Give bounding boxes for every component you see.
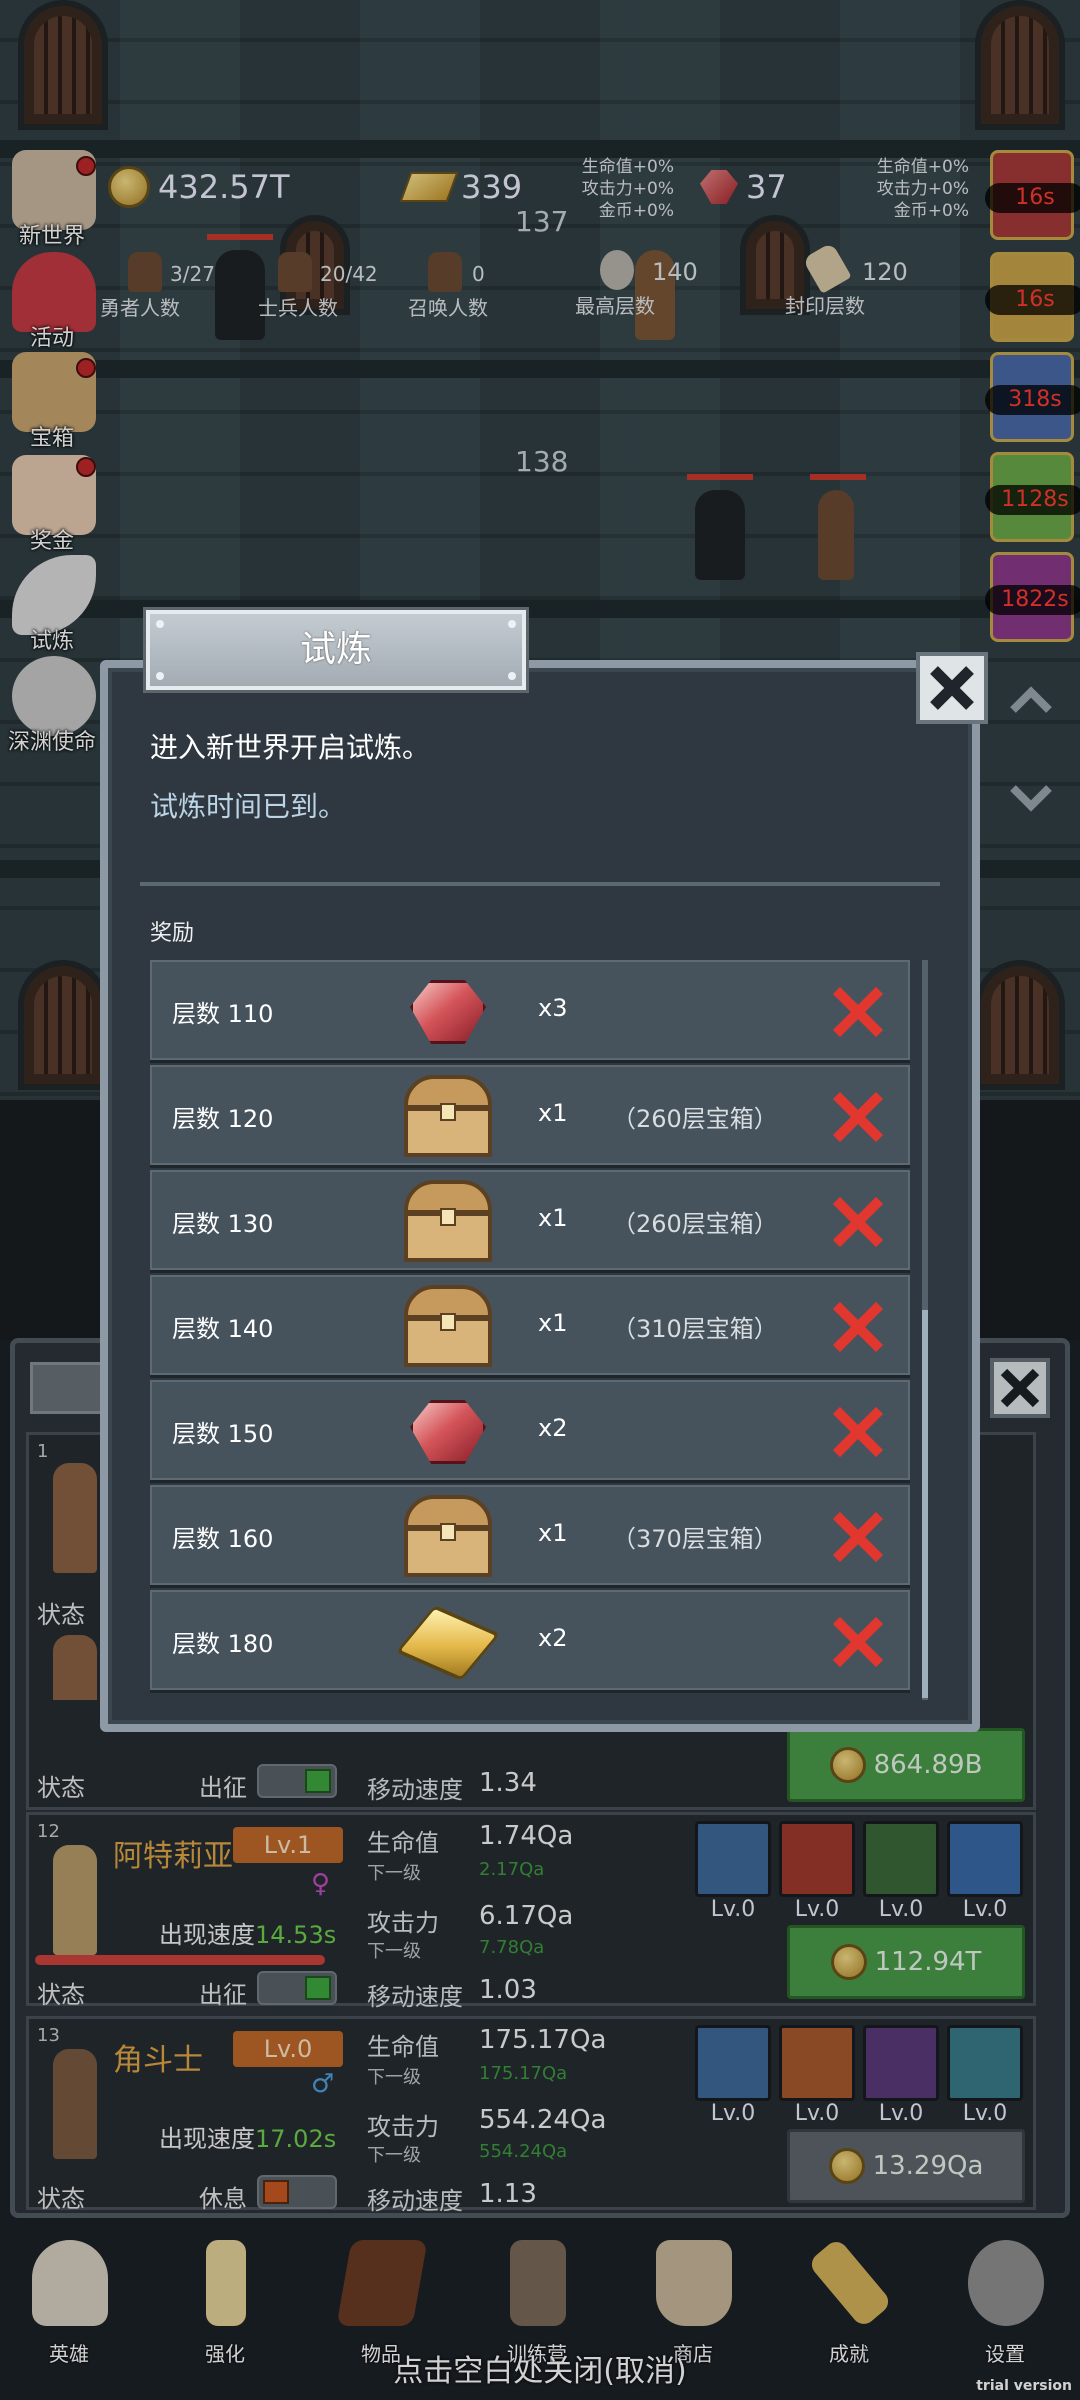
reward-quantity: x1 <box>538 1204 568 1232</box>
reward-floor-label: 层数 140 <box>172 1315 274 1343</box>
reward-row: 层数 130 x1 （260层宝箱） <box>150 1170 910 1270</box>
treasure-chest-icon <box>400 1075 496 1159</box>
treasure-chest-icon <box>400 1495 496 1579</box>
reward-quantity: x1 <box>538 1309 568 1337</box>
red-gem-icon <box>400 1390 496 1474</box>
unclaimed-x-icon <box>832 1301 884 1353</box>
reward-floor-label: 层数 160 <box>172 1525 274 1553</box>
unclaimed-x-icon <box>832 1091 884 1143</box>
reward-note: （310层宝箱） <box>612 1315 778 1343</box>
dialog-message: 进入新世界开启试炼。 <box>150 731 431 764</box>
reward-floor-label: 层数 110 <box>172 1000 274 1028</box>
reward-floor-label: 层数 120 <box>172 1105 274 1133</box>
treasure-chest-icon <box>400 1180 496 1264</box>
reward-quantity: x1 <box>538 1099 568 1127</box>
dialog-title-text: 试炼 <box>299 629 372 670</box>
reward-scrollbar-thumb[interactable] <box>922 1310 928 1698</box>
unclaimed-x-icon <box>832 1406 884 1458</box>
reward-floor-label: 层数 180 <box>172 1630 274 1658</box>
reward-row: 层数 120 x1 （260层宝箱） <box>150 1065 910 1165</box>
dialog-status: 试炼时间已到。 <box>150 790 347 823</box>
unclaimed-x-icon <box>832 986 884 1038</box>
reward-row: 层数 140 x1 （310层宝箱） <box>150 1275 910 1375</box>
dialog-close-button[interactable] <box>916 652 988 724</box>
reward-row: 层数 110 x3 <box>150 960 910 1060</box>
reward-row: 层数 180 x2 <box>150 1590 910 1690</box>
unclaimed-x-icon <box>832 1616 884 1668</box>
treasure-chest-icon <box>400 1285 496 1369</box>
reward-quantity: x3 <box>538 994 568 1022</box>
reward-quantity: x2 <box>538 1414 568 1442</box>
reward-note: （370层宝箱） <box>612 1525 778 1553</box>
reward-quantity: x2 <box>538 1624 568 1652</box>
dialog-title: 试炼 <box>146 610 526 690</box>
unclaimed-x-icon <box>832 1511 884 1563</box>
close-icon <box>930 666 974 710</box>
reward-section-title: 奖励 <box>150 921 195 946</box>
reward-quantity: x1 <box>538 1519 568 1547</box>
reward-floor-label: 层数 150 <box>172 1420 274 1448</box>
unclaimed-x-icon <box>832 1196 884 1248</box>
dialog-divider <box>140 882 940 886</box>
gold-bar-icon <box>395 1600 501 1684</box>
reward-row: 层数 150 x2 <box>150 1380 910 1480</box>
red-gem-icon <box>400 970 496 1054</box>
reward-note: （260层宝箱） <box>612 1210 778 1238</box>
reward-list[interactable]: 层数 110 x3 层数 120 x1 （260层宝箱） 层数 130 x1 （260层宝箱）… <box>150 960 910 1700</box>
reward-note: （260层宝箱） <box>612 1105 778 1133</box>
reward-row: 层数 160 x1 （370层宝箱） <box>150 1485 910 1585</box>
reward-floor-label: 层数 130 <box>172 1210 274 1238</box>
